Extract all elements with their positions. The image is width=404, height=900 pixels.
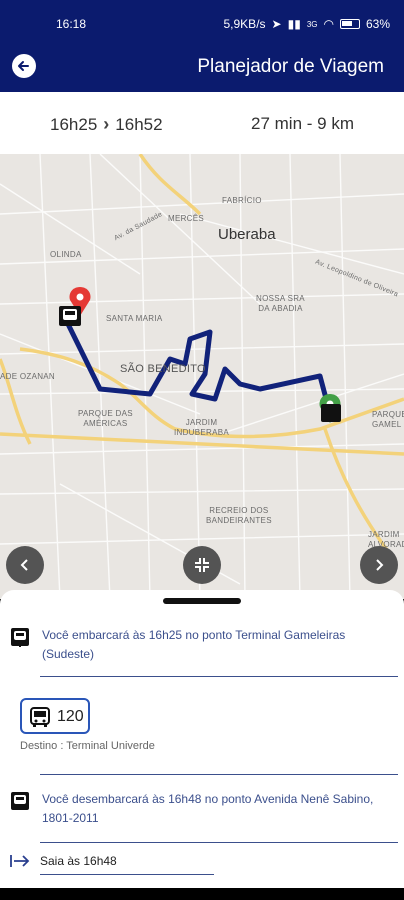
chevron-right-icon: › bbox=[103, 114, 110, 134]
status-time: 16:18 bbox=[56, 17, 87, 31]
board-step: Você embarcará às 16h25 no ponto Termina… bbox=[0, 624, 404, 674]
route-map[interactable]: FABRÍCIO MERCÊS Av. da Saudade Uberaba O… bbox=[0, 154, 404, 599]
system-nav-bar bbox=[0, 888, 404, 900]
battery-icon bbox=[339, 19, 360, 29]
chevron-right-icon bbox=[376, 559, 384, 571]
map-label-fabricio: FABRÍCIO bbox=[222, 196, 262, 205]
step-divider bbox=[40, 774, 398, 775]
next-step-button[interactable] bbox=[360, 546, 398, 584]
bus-route-chip[interactable]: 120 bbox=[20, 698, 90, 734]
back-arrow-icon bbox=[18, 61, 29, 71]
bus-stop-icon bbox=[11, 792, 29, 810]
itinerary-sheet: Você embarcará às 16h25 no ponto Termina… bbox=[0, 590, 404, 888]
back-button[interactable] bbox=[12, 54, 36, 78]
board-step-text: Você embarcará às 16h25 no ponto Termina… bbox=[42, 628, 346, 661]
walk-step-text: Saia às 16h48 bbox=[40, 854, 117, 868]
route-destination: Destino : Terminal Univerde bbox=[20, 740, 155, 752]
wifi-icon: ◠ bbox=[323, 17, 334, 31]
map-label-city: Uberaba bbox=[218, 226, 276, 243]
walk-step: Saia às 16h48 bbox=[0, 852, 404, 875]
origin-bus-stop-icon bbox=[59, 306, 81, 326]
arrive-time: 16h52 bbox=[115, 114, 163, 134]
map-label-merces: MERCÊS bbox=[168, 214, 205, 223]
alight-step-text: Você desembarcará às 16h48 no ponto Aven… bbox=[42, 792, 374, 825]
alight-step: Você desembarcará às 16h48 no ponto Aven… bbox=[0, 788, 404, 838]
map-label-jardim-induberaba: JARDIM INDUBERABA bbox=[174, 418, 230, 437]
chevron-left-icon bbox=[20, 559, 28, 571]
trip-summary: 16h25 › 16h52 27 min - 9 km bbox=[0, 92, 404, 154]
map-label-santa-maria: SANTA MARIA bbox=[106, 314, 163, 323]
route-number: 120 bbox=[57, 708, 84, 725]
previous-step-button[interactable] bbox=[6, 546, 44, 584]
fit-route-icon bbox=[195, 558, 209, 572]
location-icon: ➤ bbox=[271, 17, 282, 31]
status-bar: 16:18 5,9KB/s ➤ ▮▮ 3G ◠ 63% bbox=[0, 0, 404, 40]
map-label-olinda: OLINDA bbox=[50, 250, 82, 259]
walk-step-underline bbox=[40, 874, 214, 875]
network-speed: 5,9KB/s bbox=[223, 17, 266, 31]
status-icons: 5,9KB/s ➤ ▮▮ 3G ◠ 63% bbox=[224, 17, 391, 31]
map-label-parque-americas: PARQUE DAS AMÉRICAS bbox=[78, 409, 133, 428]
map-label-ozanan: ADE OZANAN bbox=[0, 372, 56, 381]
bus-stop-icon bbox=[11, 628, 29, 647]
map-label-sao-benedito: SÃO BENEDITO bbox=[120, 363, 206, 375]
map-label-parque-gameleiras: PARQUE GAMEL bbox=[372, 410, 404, 429]
bus-icon bbox=[30, 707, 50, 727]
sheet-drag-handle[interactable] bbox=[163, 598, 241, 604]
trip-duration: 27 min - 9 km bbox=[251, 114, 354, 133]
battery-level: 63% bbox=[365, 17, 390, 31]
step-divider bbox=[40, 676, 398, 677]
page-title: Planejador de Viagem bbox=[197, 56, 384, 77]
trip-times: 16h25 › 16h52 bbox=[50, 114, 163, 135]
destination-bus-stop-icon bbox=[321, 404, 341, 422]
recenter-map-button[interactable] bbox=[183, 546, 221, 584]
network-type: 3G bbox=[306, 19, 318, 29]
step-divider bbox=[40, 842, 398, 843]
exit-arrow-icon bbox=[10, 855, 30, 867]
signal-icon: ▮▮ bbox=[287, 17, 301, 31]
map-label-recreio: RECREIO DOS BANDEIRANTES bbox=[206, 506, 272, 525]
app-bar: Planejador de Viagem bbox=[0, 40, 404, 92]
map-label-nossa-sra: NOSSA SRA DA ABADIA bbox=[256, 294, 305, 313]
depart-time: 16h25 bbox=[50, 114, 98, 134]
